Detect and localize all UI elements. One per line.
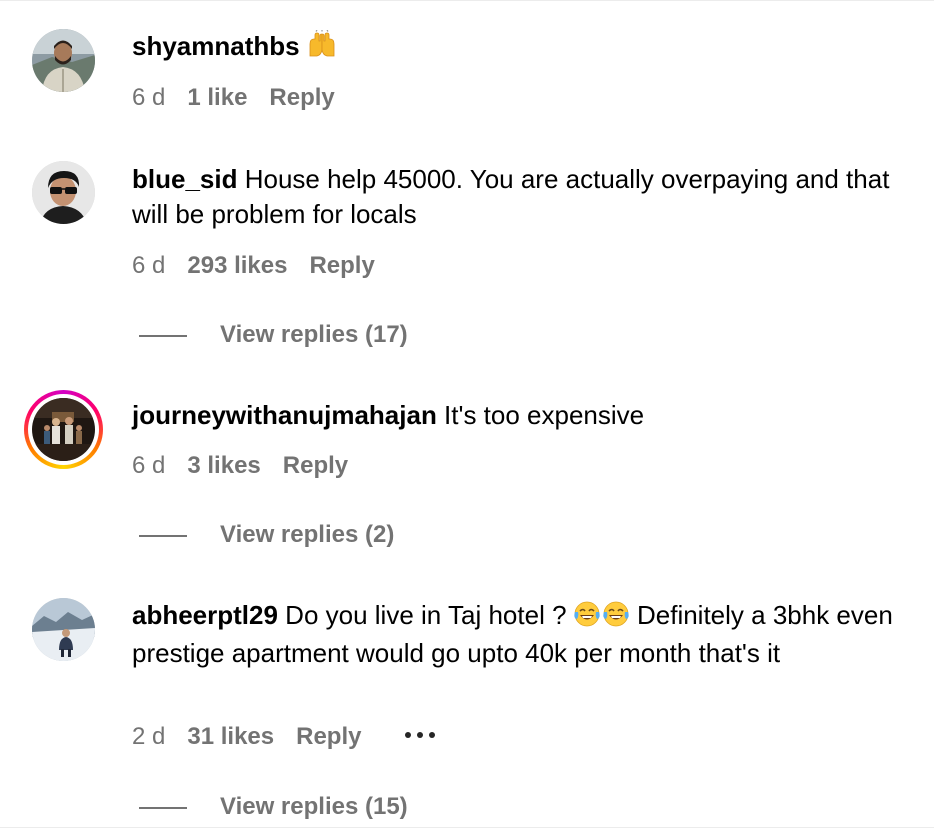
replies-dash [139,806,187,809]
comment-meta: 6 d 1 like Reply [132,83,335,113]
comment-text: blue_sid House help 45000. You are actua… [132,162,912,232]
reply-button[interactable]: Reply [283,452,348,479]
avatar[interactable] [32,29,95,92]
avatar[interactable] [32,161,95,224]
more-options-icon[interactable] [405,731,436,740]
comment-meta: 6 d 293 likes Reply [132,251,375,281]
timestamp[interactable]: 2 d [132,723,165,750]
reply-button[interactable]: Reply [269,84,334,111]
username-link[interactable]: shyamnathbs [132,31,300,61]
avatar[interactable] [32,598,95,661]
view-replies-button[interactable]: View replies (17) [139,320,408,350]
username-link[interactable]: blue_sid [132,164,237,194]
likes-count[interactable]: 293 likes [187,252,287,279]
comment-text: journeywithanujmahajan It's too expensiv… [132,398,912,433]
view-replies-label[interactable]: View replies (15) [220,793,408,820]
replies-dash [139,534,187,537]
likes-count[interactable]: 1 like [187,84,247,111]
comment-meta: 6 d 3 likes Reply [132,451,348,481]
reply-button[interactable]: Reply [309,252,374,279]
comment-text: abheerptl29 Do you live in Taj hotel ? D… [132,598,912,671]
likes-count[interactable]: 31 likes [187,723,274,750]
username-link[interactable]: journeywithanujmahajan [132,400,437,430]
timestamp[interactable]: 6 d [132,84,165,111]
likes-count[interactable]: 3 likes [187,452,260,479]
raising-hands-emoji-icon [307,29,337,67]
comment-meta: 2 d 31 likes Reply [132,722,436,752]
view-replies-label[interactable]: View replies (17) [220,321,408,348]
timestamp[interactable]: 6 d [132,252,165,279]
story-ring[interactable] [24,390,103,469]
comment-body: House help 45000. You are actually overp… [132,164,890,229]
view-replies-label[interactable]: View replies (2) [220,521,394,548]
timestamp[interactable]: 6 d [132,452,165,479]
comment-body: It's too expensive [436,400,645,430]
top-divider [0,0,934,1]
view-replies-button[interactable]: View replies (15) [139,792,408,822]
avatar[interactable] [32,398,95,461]
bottom-divider [0,827,934,828]
comment-text: shyamnathbs [132,29,912,67]
comment-body-part1: Do you live in Taj hotel ? [277,600,574,630]
replies-dash [139,334,187,337]
view-replies-button[interactable]: View replies (2) [139,520,394,550]
reply-button[interactable]: Reply [296,723,361,750]
username-link[interactable]: abheerptl29 [132,600,278,630]
tears-of-joy-emoji-icon [574,600,630,636]
